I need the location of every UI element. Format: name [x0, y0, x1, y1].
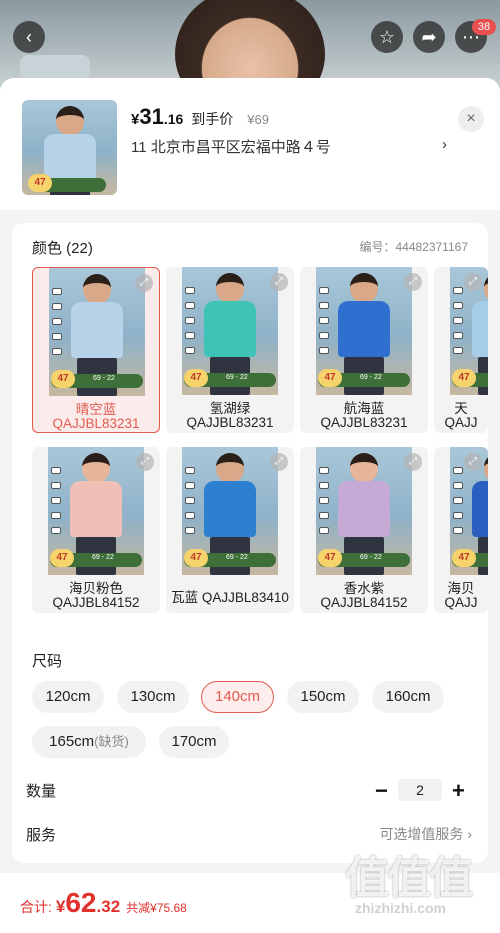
- variant-sku: QAJJBL83231: [320, 415, 408, 430]
- variant-name: 氢湖绿: [209, 401, 251, 416]
- variant-image: 4769 - 22: [316, 267, 412, 395]
- expand-icon[interactable]: ⤢: [464, 453, 482, 471]
- star-icon: ☆: [378, 26, 396, 47]
- delivery-address[interactable]: 11 北京市昌平区宏福中路４号: [131, 136, 331, 157]
- variant-sku: QAJJBL84152: [52, 595, 140, 610]
- quantity-minus-button[interactable]: −: [375, 778, 388, 804]
- site-watermark: 值值值 zhizhizhi.com: [345, 854, 473, 916]
- variant-sku: QAJJBL83231: [186, 415, 274, 430]
- sheet-header: 47 ¥ 31 .16 到手价 ¥69 11 北京市昌平区宏福中路４号 › ×: [0, 78, 500, 210]
- out-of-stock-note: (缺货): [94, 734, 129, 749]
- expand-icon[interactable]: ⤢: [136, 453, 154, 471]
- expand-icon[interactable]: ⤢: [404, 273, 422, 291]
- original-price: ¥69: [247, 112, 269, 127]
- expand-icon[interactable]: ⤢: [270, 453, 288, 471]
- variant-image: 4769 - 22: [182, 267, 278, 395]
- expand-icon[interactable]: ⤢: [270, 273, 288, 291]
- back-button[interactable]: ‹: [13, 21, 45, 53]
- variant-name: 香水紫: [343, 581, 385, 596]
- price: ¥ 31 .16 到手价 ¥69: [131, 104, 269, 129]
- variant-image: 4769 - 22: [182, 447, 278, 575]
- size-option[interactable]: 140cm: [201, 681, 274, 713]
- service-option-link[interactable]: 可选增值服务 ›: [379, 824, 472, 844]
- variant-name: 航海蓝: [343, 401, 385, 416]
- discount-amount: 共减¥75.68: [126, 901, 187, 915]
- price-label: 到手价: [191, 111, 234, 127]
- color-variant-card[interactable]: 47 69 - 22 ⤢ 晴空蓝 QAJJBL83231: [32, 267, 160, 433]
- options-panel: 颜色 (22) 编号：44482371167 47 69 - 22 ⤢ 晴空蓝 QAJJ…: [12, 223, 488, 863]
- size-section-title: 尺码: [32, 653, 63, 670]
- variant-image: 4769 - 22: [49, 268, 145, 396]
- size-option[interactable]: 130cm: [117, 681, 189, 713]
- chevron-left-icon: ‹: [26, 26, 32, 47]
- size-option[interactable]: 160cm: [372, 681, 444, 713]
- color-section-title: 颜色 (22): [32, 240, 93, 257]
- variant-image: 4769 - 22: [316, 447, 412, 575]
- color-variant-card[interactable]: 47 69 - 22 ⤢ 航海蓝 QAJJBL83231: [300, 267, 428, 433]
- variant-sku: QAJJ: [444, 415, 478, 430]
- favorite-button[interactable]: ☆: [371, 21, 403, 53]
- share-icon: ➦: [421, 26, 437, 47]
- expand-icon[interactable]: ⤢: [464, 273, 482, 291]
- color-variant-card[interactable]: 47 69 - 22 ⤢ 氢湖绿 QAJJBL83231: [166, 267, 294, 433]
- close-button[interactable]: ×: [458, 106, 484, 132]
- variant-name: 天: [454, 401, 468, 416]
- sku-selector-sheet: 47 ¥ 31 .16 到手价 ¥69 11 北京市昌平区宏福中路４号 › × …: [0, 78, 500, 933]
- chevron-right-icon[interactable]: ›: [442, 136, 447, 153]
- quantity-section-title: 数量: [26, 783, 57, 800]
- size-option[interactable]: 150cm: [287, 681, 359, 713]
- variant-image: 4769 - 22: [48, 447, 144, 575]
- variant-name: 瓦蓝 QAJJBL83410: [171, 590, 289, 605]
- service-section-title: 服务: [26, 827, 57, 844]
- expand-icon[interactable]: ⤢: [404, 453, 422, 471]
- variant-name: 海贝: [447, 581, 475, 596]
- size-option[interactable]: 170cm: [159, 726, 229, 758]
- quantity-value[interactable]: 2: [398, 779, 442, 801]
- variant-name: 晴空蓝: [75, 402, 117, 417]
- product-thumbnail[interactable]: 47: [22, 100, 117, 195]
- variant-sku: QAJJBL83231: [52, 416, 140, 431]
- color-variant-card[interactable]: 47 69 - 22 ⤢ 海贝粉色 QAJJBL84152: [32, 447, 160, 613]
- total-price: 合计: ¥ 62 .32 共减¥75.68: [20, 887, 187, 918]
- color-variant-card[interactable]: 4769 - 22⤢海贝QAJJ: [434, 447, 488, 613]
- expand-icon[interactable]: ⤢: [135, 274, 153, 292]
- color-variant-card[interactable]: 47 69 - 22 ⤢ 瓦蓝 QAJJBL83410: [166, 447, 294, 613]
- color-variant-card[interactable]: 4769 - 22⤢天QAJJ: [434, 267, 488, 433]
- variant-sku: QAJJ: [444, 595, 478, 610]
- share-button[interactable]: ➦: [413, 21, 445, 53]
- size-option[interactable]: 165cm(缺货): [32, 726, 146, 758]
- variant-sku: QAJJBL84152: [320, 595, 408, 610]
- product-code: 编号：44482371167: [359, 240, 468, 254]
- quantity-plus-button[interactable]: +: [452, 778, 465, 804]
- size-option[interactable]: 120cm: [32, 681, 104, 713]
- notification-badge: 38: [472, 19, 496, 35]
- color-variant-card[interactable]: 47 69 - 22 ⤢ 香水紫 QAJJBL84152: [300, 447, 428, 613]
- variant-name: 海贝粉色: [69, 581, 123, 596]
